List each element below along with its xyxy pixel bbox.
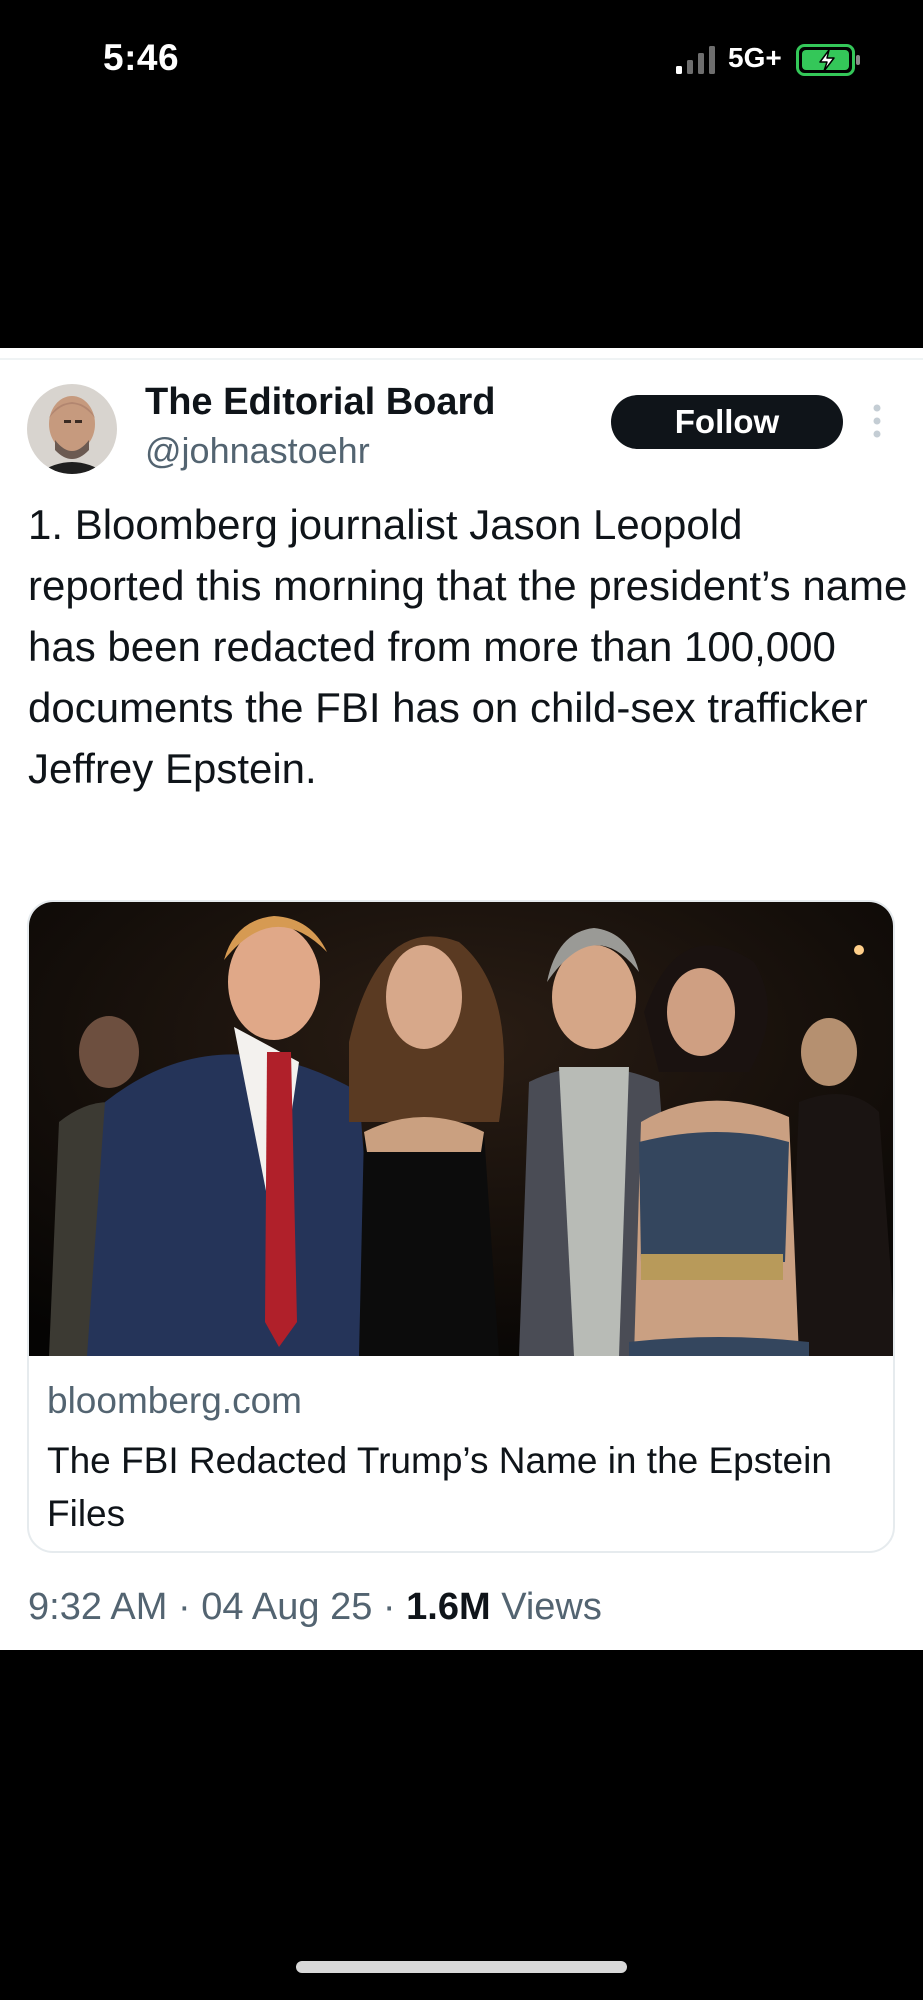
signal-bars-icon xyxy=(676,46,715,74)
tweet-text: 1. Bloomberg journalist Jason Leopold re… xyxy=(28,501,908,792)
meta-separator: · xyxy=(167,1586,202,1628)
more-vertical-icon[interactable] xyxy=(870,403,884,439)
views-label: Views xyxy=(490,1586,602,1628)
status-time: 5:46 xyxy=(103,37,180,78)
meta-separator: · xyxy=(372,1586,407,1628)
link-preview-card[interactable]: bloomberg.com The FBI Redacted Trump’s N… xyxy=(27,900,895,1553)
author-handle[interactable]: @johnastoehr xyxy=(145,430,370,472)
link-domain: bloomberg.com xyxy=(47,1380,303,1421)
home-indicator[interactable] xyxy=(296,1961,627,1973)
follow-button[interactable]: Follow xyxy=(611,395,843,449)
tweet-card: The Editorial Board @johnastoehr Follow … xyxy=(0,348,923,1650)
tweet-time: 9:32 AM xyxy=(28,1586,168,1628)
status-bar: 5:46 5G+ xyxy=(0,0,923,120)
network-type: 5G+ xyxy=(728,42,782,73)
author-display-name[interactable]: The Editorial Board xyxy=(145,381,495,424)
tweet-meta: 9:32 AM · 04 Aug 25 · 1.6M Views xyxy=(28,1586,602,1629)
views-count[interactable]: 1.6M xyxy=(406,1586,490,1628)
link-preview-image xyxy=(29,902,893,1356)
battery-charging-icon xyxy=(796,44,860,76)
avatar[interactable] xyxy=(27,384,117,474)
link-title: The FBI Redacted Trump’s Name in the Eps… xyxy=(47,1440,832,1534)
divider xyxy=(0,358,923,360)
tweet-date: 04 Aug 25 xyxy=(201,1586,373,1628)
